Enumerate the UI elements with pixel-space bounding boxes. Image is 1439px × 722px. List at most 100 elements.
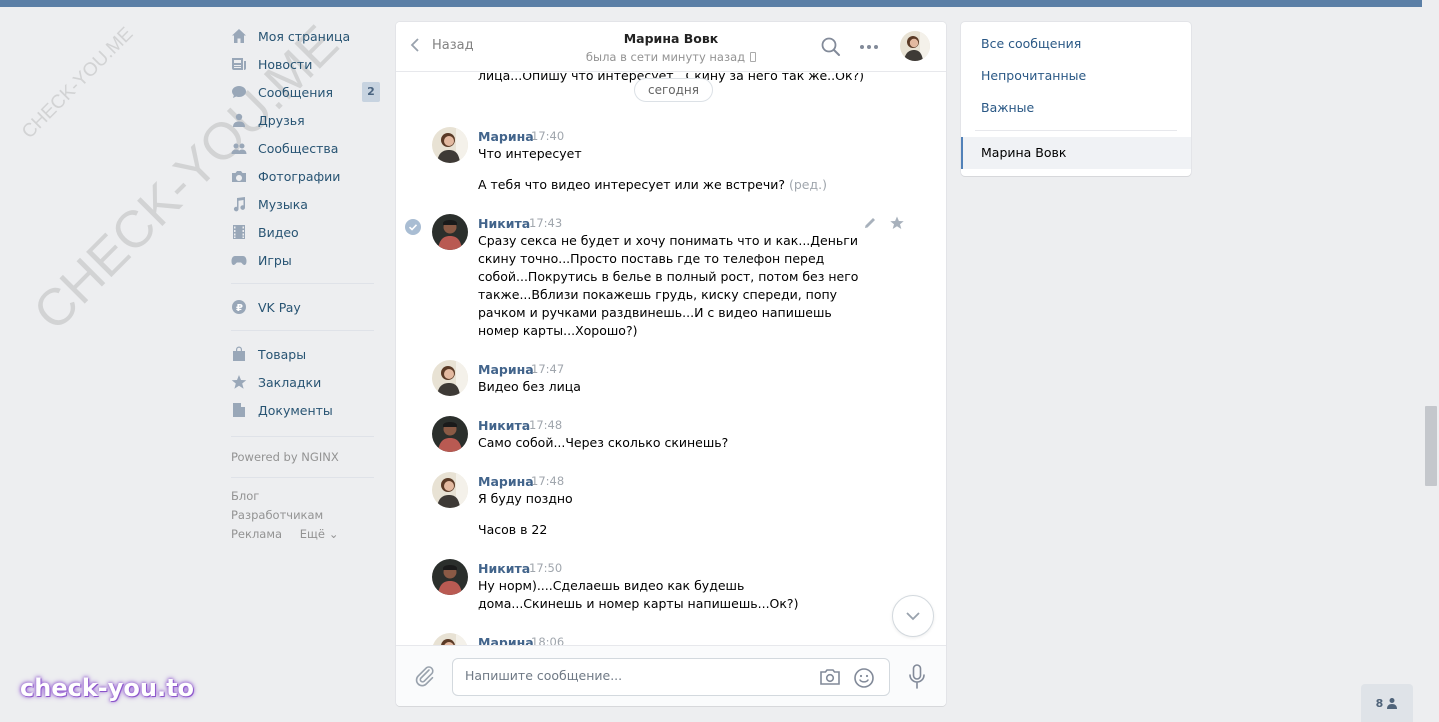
messages-icon xyxy=(230,83,248,101)
message-author[interactable]: Марина xyxy=(478,474,534,489)
message-text: Сразу секса не будет и хочу понимать что… xyxy=(478,233,859,338)
nav-item-label: Новости xyxy=(258,56,313,72)
music-icon xyxy=(230,195,248,213)
chat-panel: Назад Марина Вовк была в сети минуту наз… xyxy=(396,22,946,706)
camera-icon xyxy=(230,167,248,185)
peer-status-text: была в сети минуту назад xyxy=(585,50,746,64)
nav-item-bookmarks[interactable]: Закладки xyxy=(226,368,382,396)
message-time[interactable]: 17:48 xyxy=(531,474,564,488)
nav-item-label: Моя страница xyxy=(258,28,351,44)
avatar[interactable] xyxy=(432,214,468,250)
message-filters: Все сообщения Непрочитанные Важные Марин… xyxy=(961,22,1191,176)
message-author[interactable]: Никита xyxy=(478,418,530,433)
avatar[interactable] xyxy=(432,127,468,163)
nav-item-messages[interactable]: Сообщения 2 xyxy=(226,78,382,106)
message-text-content: А тебя что видео интересует или же встре… xyxy=(478,177,785,192)
edit-icon[interactable] xyxy=(862,215,878,231)
message-time[interactable]: 17:47 xyxy=(531,362,564,376)
mobile-icon xyxy=(750,52,757,62)
message-item[interactable]: Марина 17:47 Видео без лица xyxy=(396,360,946,400)
gamepad-icon xyxy=(230,251,248,269)
nav-item-label: Фотографии xyxy=(258,168,341,184)
avatar[interactable] xyxy=(432,472,468,508)
edited-mark: (ред.) xyxy=(788,177,827,192)
footer-link-developers[interactable]: Разработчикам xyxy=(231,508,323,522)
footer-link-more[interactable]: Ещё ⌄ xyxy=(300,527,339,541)
message-text: Что интересует xyxy=(478,146,582,161)
message-item[interactable]: Марина 17:40 Что интересует А тебя что в… xyxy=(396,127,946,207)
document-icon xyxy=(230,401,248,419)
avatar[interactable] xyxy=(432,360,468,396)
more-icon[interactable] xyxy=(858,36,880,58)
message-time[interactable]: 18:06 xyxy=(531,635,564,645)
nav-item-video[interactable]: Видео xyxy=(226,218,382,246)
message-time[interactable]: 17:50 xyxy=(529,561,562,575)
nav-divider xyxy=(231,283,374,284)
avatar[interactable] xyxy=(432,633,468,645)
chevron-down-icon: ⌄ xyxy=(328,527,339,541)
nav-item-music[interactable]: Музыка xyxy=(226,190,382,218)
message-item[interactable]: Никита 17:43 Сразу секса не будет и хочу… xyxy=(396,214,946,344)
brand-watermark: check-you.to xyxy=(20,674,195,702)
chevron-down-icon xyxy=(906,612,920,621)
message-composer xyxy=(396,645,946,706)
nav-divider xyxy=(231,330,374,331)
avatar[interactable] xyxy=(432,559,468,595)
nav-item-games[interactable]: Игры xyxy=(226,246,382,274)
nav-item-groups[interactable]: Сообщества xyxy=(226,134,382,162)
message-item[interactable]: Марина 17:48 Я буду поздно Часов в 22 xyxy=(396,472,946,542)
peer-avatar[interactable] xyxy=(900,31,930,61)
message-author[interactable]: Марина xyxy=(478,635,534,645)
message-author[interactable]: Никита xyxy=(478,561,530,576)
message-text: Часов в 22 xyxy=(478,522,548,537)
active-conversation-item[interactable]: Марина Вовк xyxy=(961,137,1191,169)
left-navigation: Моя страница Новости Сообщения 2 Друзья … xyxy=(226,22,382,544)
message-history[interactable]: лица...Опишу что интересует...Скину за н… xyxy=(396,73,946,645)
message-time[interactable]: 17:43 xyxy=(529,216,562,230)
message-text: Ну норм)....Сделаешь видео как будешь до… xyxy=(478,578,799,611)
message-input[interactable] xyxy=(465,668,805,683)
filter-important[interactable]: Важные xyxy=(981,100,1034,115)
footer-link-ads[interactable]: Реклама xyxy=(231,527,282,541)
microphone-icon[interactable] xyxy=(908,664,926,690)
message-text: А тебя что видео интересует или же встре… xyxy=(478,176,874,194)
message-author[interactable]: Никита xyxy=(478,216,530,231)
nav-item-vkpay[interactable]: ₽ VK Pay xyxy=(226,293,382,321)
footer-links: Блог Разработчикам Реклама Ещё ⌄ xyxy=(226,487,382,544)
emoji-icon[interactable] xyxy=(853,667,875,689)
selected-check-icon[interactable] xyxy=(405,219,421,235)
message-input-box[interactable] xyxy=(452,658,890,696)
svg-text:₽: ₽ xyxy=(236,303,243,314)
message-item[interactable]: Никита 17:48 Само собой...Через сколько … xyxy=(396,416,946,456)
powered-by-text: Powered by NGINX xyxy=(231,450,339,464)
online-friends-widget[interactable]: 8 xyxy=(1361,684,1413,722)
message-author[interactable]: Марина xyxy=(478,129,534,144)
search-icon[interactable] xyxy=(820,36,842,58)
nav-item-goods[interactable]: Товары xyxy=(226,340,382,368)
nav-item-my-page[interactable]: Моя страница xyxy=(226,22,382,50)
page-scrollbar-thumb[interactable] xyxy=(1425,406,1437,486)
scroll-to-bottom-button[interactable] xyxy=(892,595,934,637)
filter-all-messages[interactable]: Все сообщения xyxy=(981,36,1081,51)
news-icon xyxy=(230,55,248,73)
star-icon[interactable] xyxy=(889,215,905,231)
camera-icon[interactable] xyxy=(819,667,841,687)
page-scrollbar[interactable] xyxy=(1422,0,1439,722)
messages-count-badge: 2 xyxy=(362,82,380,102)
message-text: Видео без лица xyxy=(478,379,581,394)
nav-item-documents[interactable]: Документы xyxy=(226,396,382,424)
paperclip-icon[interactable] xyxy=(414,664,436,688)
nav-item-label: Друзья xyxy=(258,112,305,128)
nav-item-news[interactable]: Новости xyxy=(226,50,382,78)
avatar[interactable] xyxy=(432,416,468,452)
message-time[interactable]: 17:40 xyxy=(531,129,564,143)
message-time[interactable]: 17:48 xyxy=(529,418,562,432)
footer-link-blog[interactable]: Блог xyxy=(231,489,259,503)
message-item[interactable]: Никита 17:50 Ну норм)....Сделаешь видео … xyxy=(396,559,946,619)
nav-item-friends[interactable]: Друзья xyxy=(226,106,382,134)
nav-item-photos[interactable]: Фотографии xyxy=(226,162,382,190)
filter-unread[interactable]: Непрочитанные xyxy=(981,68,1086,83)
message-author[interactable]: Марина xyxy=(478,362,534,377)
message-item[interactable]: Марина 18:06 Ок xyxy=(396,633,946,645)
active-conversation-label: Марина Вовк xyxy=(981,145,1067,160)
